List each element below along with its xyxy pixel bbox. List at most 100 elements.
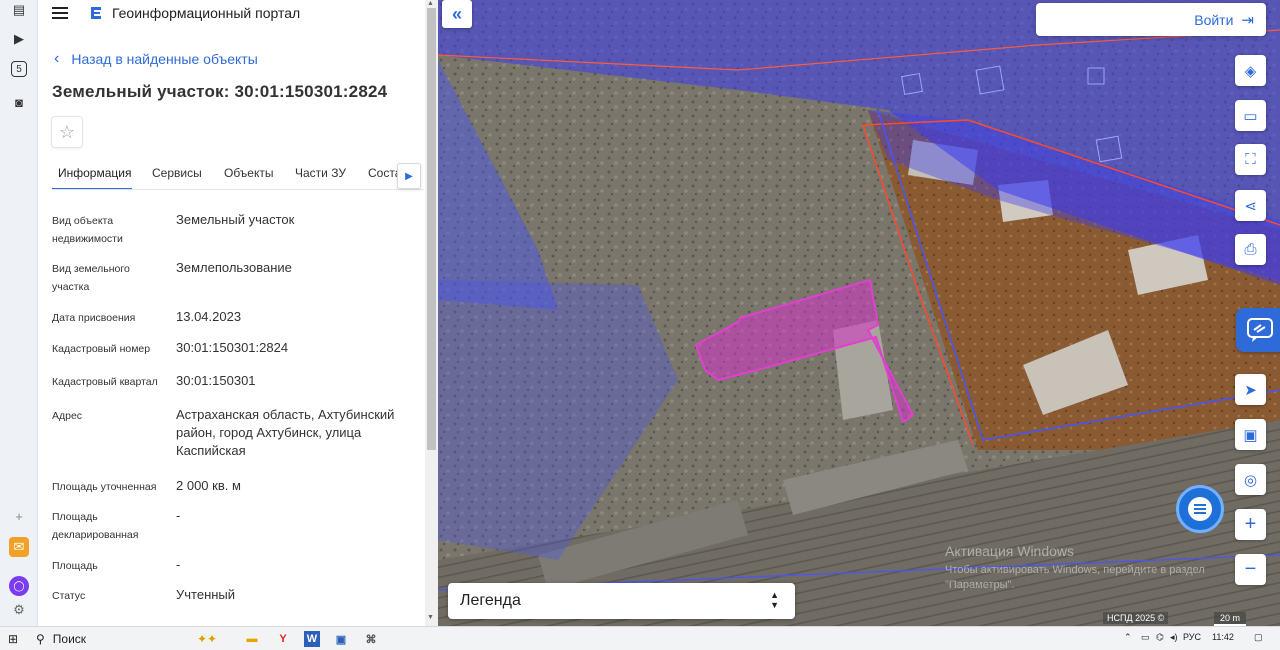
taskbar: ⊞ ⚲ Поиск ✦✦ ▬ Y W ▣ ⌘ ⌃ ▭ ⌬ ◂) РУС 11:4… [0,626,1280,650]
layers-button[interactable]: ◈ [1235,55,1266,86]
field-label-area: Площадь [52,560,98,572]
tab-bar: Информация Сервисы Объекты Части ЗУ Сост… [52,160,424,190]
app-window: ▤ ▶ 5 ◙ + ✉ ◯ ⚙ Геоинформационный портал… [0,0,1280,650]
notifications-icon[interactable]: ▢ [1254,632,1263,643]
field-label-object-type: Вид объекта недвижимости [52,215,123,245]
zoom-in-button[interactable]: + [1235,509,1266,540]
portal-title: Геоинформационный портал [112,5,301,21]
windows-start-icon[interactable]: ⊞ [8,630,18,648]
tab-objects[interactable]: Объекты [224,166,274,180]
locate-button[interactable]: ➤ [1235,374,1266,405]
volume-icon[interactable]: ◂) [1170,632,1178,643]
support-button[interactable] [1236,308,1280,352]
login-label: Войти [1194,11,1234,28]
field-label-date: Дата присвоения [52,312,136,324]
field-value-object-type: Земельный участок [176,212,295,227]
tab-parts[interactable]: Части ЗУ [295,166,346,180]
field-label-status: Статус [52,590,86,602]
network-icon[interactable]: ⌬ [1156,632,1164,643]
yandex-browser-icon[interactable]: Y [272,629,294,649]
tab-info[interactable]: Информация [58,166,131,180]
field-value-status: Учтенный [176,587,236,602]
expand-chevrons-icon: ▲ ▼ [770,590,779,610]
file-explorer-icon[interactable]: ▬ [241,629,263,649]
app-icon[interactable]: ⌘ [360,629,382,649]
object-title: Земельный участок: 30:01:150301:2824 [52,82,388,101]
favorite-button[interactable]: ☆ [51,116,83,148]
ruler-icon: ▭ [1243,107,1258,125]
map-copyright: НСПД 2025 © [1103,612,1169,624]
area-select-button[interactable]: ⛶ [1235,144,1266,175]
field-value-area: - [176,557,181,572]
field-label-cadastral-quarter: Кадастровый квартал [52,376,158,388]
field-value-address: Астраханская область, Ахтубинский район,… [176,407,395,458]
add-icon[interactable]: + [9,506,29,526]
login-button[interactable]: Войти ⇥ [1036,3,1266,36]
share-button[interactable]: ⋖ [1235,190,1266,221]
panel-scrollbar[interactable]: ▲ ▼ [425,0,438,626]
print-icon: ⎙ [1244,241,1257,258]
remote-desktop-icon[interactable]: ▣ [330,629,352,649]
taskbar-search-label: Поиск [52,632,87,646]
scroll-down-icon[interactable]: ▼ [427,614,434,621]
double-chevron-left-icon: « [451,3,462,24]
search-location-button[interactable]: ◎ [1235,464,1266,495]
screenshot-icon[interactable]: ◙ [9,92,29,112]
active-tab-indicator [52,188,132,189]
satellite-imagery [438,0,1280,626]
chat-bubble-icon [1247,318,1273,342]
alice-icon[interactable]: ◯ [9,576,29,596]
calendar-icon[interactable]: 5 [11,61,27,77]
location-search-icon: ◎ [1243,471,1258,489]
word-icon[interactable]: W [304,631,320,647]
sparkle-icon[interactable]: ✦✦ [197,630,217,648]
tab-services[interactable]: Сервисы [152,166,202,180]
chat-button[interactable] [1176,485,1224,533]
browser-sidebar: ▤ ▶ 5 ◙ + ✉ ◯ ⚙ [0,0,38,626]
field-value-cadastral-quarter: 30:01:150301 [176,373,256,388]
scroll-up-icon[interactable]: ▲ [427,0,434,7]
chat-lines-icon [1188,497,1212,521]
field-value-area-refined: 2 000 кв. м [176,478,241,493]
chevron-left-icon: ‹ [54,50,60,67]
mail-icon[interactable]: ✉ [9,537,29,557]
back-to-results-link[interactable]: ‹ Назад в найденные объекты [54,50,258,68]
field-label-parcel-type: Вид земельного участка [52,263,130,293]
share-icon: ⋖ [1244,197,1257,215]
menu-icon[interactable] [52,5,70,23]
navigation-arrow-icon: ➤ [1244,381,1257,399]
settings-icon[interactable]: ⚙ [9,600,29,620]
field-value-parcel-type: Землепользование [176,260,292,275]
info-panel: Геоинформационный портал ‹ Назад в найде… [38,0,438,626]
field-value-cadastral-number: 30:01:150301:2824 [176,340,289,355]
minus-icon: − [1244,558,1257,580]
windows-activation-title: Активация Windows [945,543,1075,559]
layers-icon: ◈ [1244,62,1257,80]
minimap-icon: ▣ [1243,426,1258,444]
documents-icon[interactable]: ▤ [9,0,29,20]
scroll-thumb[interactable] [427,8,436,450]
video-icon[interactable]: ▶ [9,29,29,49]
clock[interactable]: 11:42 [1212,632,1234,642]
select-area-icon: ⛶ [1245,151,1256,168]
search-icon: ⚲ [36,632,45,646]
measure-button[interactable]: ▭ [1235,100,1266,131]
field-value-area-declared: - [176,508,181,523]
display-icon[interactable]: ▭ [1141,632,1150,643]
field-label-address: Адрес [52,410,83,422]
collapse-panel-button[interactable]: « [442,0,472,28]
field-label-area-declared: Площадь декларированная [52,511,139,541]
legend-label: Легенда [460,592,521,609]
tabs-next-button[interactable]: ▶ [397,163,421,189]
print-button[interactable]: ⎙ [1235,234,1266,265]
map-scale: 20 m [1214,612,1247,626]
windows-activation-text: Чтобы активировать Windows, перейдите в … [945,564,1205,591]
taskbar-search[interactable]: ⚲ Поиск [36,630,86,648]
legend-dropdown[interactable]: Легенда ▲ ▼ [448,583,795,619]
tray-chevron-up-icon[interactable]: ⌃ [1124,632,1132,643]
back-link-label: Назад в найденные объекты [71,51,258,67]
field-label-area-refined: Площадь уточненная [52,481,157,493]
map-view[interactable]: « Войти ⇥ ◈ ▭ ⛶ ⋖ ⎙ ➤ ▣ ◎ + − Легенда ▲ … [438,0,1280,626]
language-indicator[interactable]: РУС [1183,632,1201,642]
minimap-button[interactable]: ▣ [1235,419,1266,450]
